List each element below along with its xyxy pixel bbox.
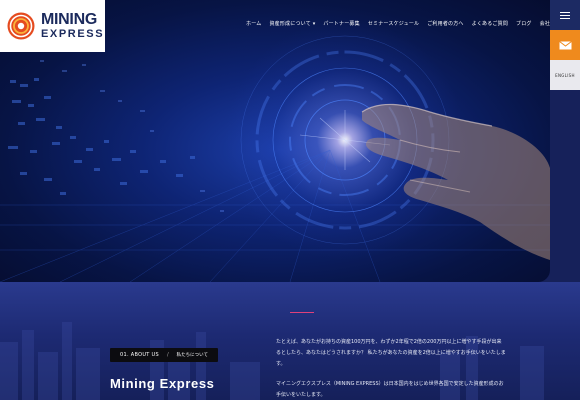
nav-for-users[interactable]: ご利用者の方へ [427, 20, 463, 27]
main-nav: ホーム 資産形成について ▾ パートナー募集 セミナースケジュール ご利用者の方… [246, 20, 560, 27]
logo-wordmark: MINING EXPRESS [41, 12, 104, 40]
hamburger-icon [560, 11, 570, 13]
logo-mark-icon [7, 12, 35, 40]
about-paragraph-2: マイニングエクスプレス（MINING EXPRESS）は日本国内をはじめ世界各国… [276, 381, 504, 398]
logo-line-2: EXPRESS [41, 28, 105, 40]
contact-mail-button[interactable] [550, 30, 580, 60]
nav-home[interactable]: ホーム [246, 20, 261, 27]
nav-blog[interactable]: ブログ [516, 20, 532, 27]
section-label-en: 01. ABOUT US [120, 352, 159, 358]
about-paragraph-1: たとえば、あなたがお持ちの資産100万円を、わずか2年程で2倍の200万円以上に… [276, 339, 506, 367]
accent-divider [290, 312, 314, 313]
site-logo[interactable]: MINING EXPRESS [0, 0, 105, 52]
language-english-button[interactable]: ENGLISH [550, 60, 580, 90]
nav-asset-building[interactable]: 資産形成について ▾ [269, 20, 315, 27]
side-rail: ENGLISH [550, 0, 580, 90]
nav-faq[interactable]: よくあるご質問 [472, 20, 508, 27]
section-label: 01. ABOUT US / 私たちについて [110, 348, 219, 362]
section-label-jp: 私たちについて [176, 353, 209, 358]
logo-line-1: MINING [41, 11, 97, 28]
about-body: たとえば、あなたがお持ちの資産100万円を、わずか2年程で2倍の200万円以上に… [276, 337, 506, 400]
nav-partner-recruit[interactable]: パートナー募集 [323, 20, 359, 27]
section-title: Mining Express [110, 376, 215, 391]
mail-icon [558, 40, 572, 49]
nav-seminar-schedule[interactable]: セミナースケジュール [368, 20, 419, 27]
hamburger-menu-button[interactable] [550, 0, 580, 30]
